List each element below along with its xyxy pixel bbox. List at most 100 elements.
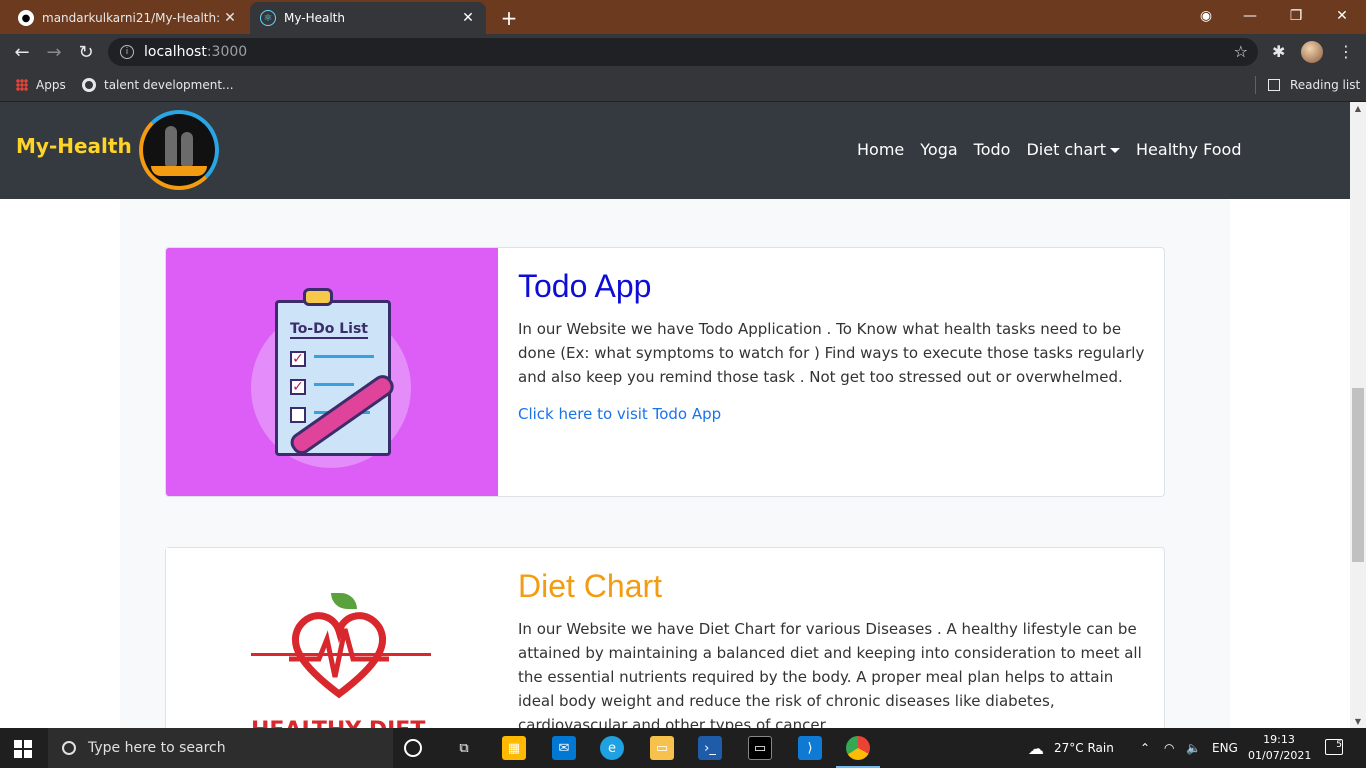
notification-count: 5 <box>1336 740 1342 750</box>
healthy-diet-illustration: HEALTHY DIET <box>251 593 431 728</box>
todo-list-illustration: To-Do List ✓ ✓ <box>241 288 421 468</box>
bookmarks-bar: Apps talent development... Reading list <box>0 70 1366 102</box>
list-line <box>314 355 374 358</box>
scroll-down-icon[interactable]: ▼ <box>1350 717 1366 726</box>
minimize-button[interactable]: — <box>1228 0 1272 32</box>
scroll-up-icon[interactable]: ▲ <box>1350 104 1366 113</box>
clip-icon <box>303 288 333 306</box>
diet-card-text: In our Website we have Diet Chart for va… <box>518 620 1142 728</box>
mail-icon[interactable]: ✉ <box>552 736 576 760</box>
close-tab-icon[interactable]: ✕ <box>460 10 476 26</box>
logo-figure <box>181 132 193 166</box>
chrome-icon[interactable] <box>836 736 880 768</box>
caret-down-icon <box>1110 148 1121 153</box>
globe-icon <box>82 78 96 92</box>
diet-card: HEALTHY DIET Diet Chart In our Website w… <box>165 547 1165 728</box>
reading-list-button[interactable]: Reading list <box>1268 78 1360 92</box>
profile-avatar[interactable] <box>1301 41 1323 63</box>
taskbar-clock[interactable]: 19:13 01/07/2021 <box>1248 732 1312 764</box>
windows-taskbar: Type here to search ⧉ ▦ ✉ e ▭ ›_ ▭ ⟩ ☁ 2… <box>0 728 1366 768</box>
todo-image-label: To-Do List <box>290 321 368 339</box>
github-icon: ● <box>18 10 34 26</box>
bookmark-label: Apps <box>36 78 66 92</box>
address-host: localhost <box>144 44 207 60</box>
clock-time: 19:13 <box>1263 733 1295 746</box>
info-icon[interactable]: i <box>120 45 134 59</box>
forward-icon[interactable]: → <box>42 40 66 64</box>
nav-todo[interactable]: Todo <box>974 140 1011 159</box>
volume-icon[interactable]: 🔈 <box>1186 728 1201 768</box>
task-view-icon[interactable]: ⧉ <box>452 736 476 760</box>
todo-card-text: In our Website we have Todo Application … <box>518 320 1145 386</box>
taskbar-search-placeholder: Type here to search <box>88 740 226 756</box>
nav-home[interactable]: Home <box>857 140 904 159</box>
clock-date: 01/07/2021 <box>1248 749 1312 762</box>
apps-grid-icon <box>16 79 28 91</box>
nav-yoga[interactable]: Yoga <box>920 140 957 159</box>
restore-button[interactable]: ❐ <box>1274 0 1318 32</box>
bookmark-label: talent development... <box>104 78 234 92</box>
taskbar-search[interactable]: Type here to search <box>48 728 393 768</box>
new-tab-button[interactable]: + <box>498 6 520 30</box>
language-indicator[interactable]: ENG <box>1212 728 1238 768</box>
logo-figure <box>165 126 177 166</box>
scrollbar-thumb[interactable] <box>1352 388 1364 562</box>
back-icon[interactable]: ← <box>10 40 34 64</box>
diet-card-body: Diet Chart In our Website we have Diet C… <box>518 568 1148 728</box>
diet-card-title: Diet Chart <box>518 568 663 604</box>
browser-tab-strip: ● mandarkulkarni21/My-Health: W ✕ ⚛ My-H… <box>0 0 1366 34</box>
bookmark-talent[interactable]: talent development... <box>82 78 234 92</box>
nav-diet-chart-label: Diet chart <box>1026 140 1107 159</box>
notification-center-icon[interactable]: 5 <box>1325 739 1343 755</box>
browser-toolbar: ← → ↻ i localhost:3000 ☆ ✱ ⋮ <box>0 34 1366 70</box>
tray-chevron-icon[interactable]: ⌃ <box>1140 728 1150 768</box>
todo-card: To-Do List ✓ ✓ Todo App In our Website w… <box>165 247 1165 497</box>
wifi-icon[interactable]: ◠ <box>1164 728 1174 768</box>
page-scrollbar[interactable]: ▲ ▼ <box>1350 102 1366 728</box>
bookmark-star-icon[interactable]: ☆ <box>1234 42 1248 61</box>
weather-text: 27°C Rain <box>1054 741 1114 755</box>
powershell-icon[interactable]: ›_ <box>698 736 722 760</box>
address-port: :3000 <box>206 44 248 60</box>
diet-image-label: HEALTHY DIET <box>251 718 451 728</box>
todo-image: To-Do List ✓ ✓ <box>166 248 498 496</box>
tab-search-icon[interactable]: ◉ <box>1184 0 1228 32</box>
bookmark-apps[interactable]: Apps <box>16 78 66 92</box>
site-navbar: My-Health Home Yoga Todo Diet chart Heal… <box>0 102 1350 199</box>
checkbox-icon <box>290 407 306 423</box>
todo-card-title: Todo App <box>518 268 652 304</box>
reading-list-icon <box>1268 79 1280 91</box>
store-icon[interactable]: ▦ <box>502 736 526 760</box>
nav-healthy-food[interactable]: Healthy Food <box>1136 140 1241 159</box>
tab-github[interactable]: ● mandarkulkarni21/My-Health: W ✕ <box>8 2 248 34</box>
tab-my-health[interactable]: ⚛ My-Health ✕ <box>250 2 486 34</box>
list-line <box>314 383 354 386</box>
cloud-rain-icon: ☁ <box>1028 738 1044 758</box>
site-brand[interactable]: My-Health <box>16 134 132 158</box>
menu-icon[interactable]: ⋮ <box>1338 42 1354 61</box>
react-icon: ⚛ <box>260 10 276 26</box>
terminal-icon[interactable]: ▭ <box>748 736 772 760</box>
nav-diet-chart-dropdown[interactable]: Diet chart <box>1026 140 1121 159</box>
page-viewport: My-Health Home Yoga Todo Diet chart Heal… <box>0 102 1350 728</box>
edge-icon[interactable]: e <box>600 736 624 760</box>
diet-image: HEALTHY DIET <box>166 548 498 728</box>
content-container: To-Do List ✓ ✓ Todo App In our Website w… <box>120 199 1230 728</box>
vscode-icon[interactable]: ⟩ <box>798 736 822 760</box>
address-bar[interactable]: i localhost:3000 ☆ <box>108 38 1258 66</box>
cortana-icon[interactable] <box>404 739 422 757</box>
checkbox-icon: ✓ <box>290 379 306 395</box>
ecg-line <box>251 653 431 656</box>
close-tab-icon[interactable]: ✕ <box>222 10 238 26</box>
todo-app-link[interactable]: Click here to visit Todo App <box>518 405 721 423</box>
reload-icon[interactable]: ↻ <box>74 40 98 64</box>
windows-start-icon[interactable] <box>14 740 32 758</box>
todo-card-body: Todo App In our Website we have Todo App… <box>518 268 1148 423</box>
logo-hand <box>151 166 207 176</box>
reading-list-label: Reading list <box>1290 78 1361 92</box>
leaf-icon <box>331 593 357 609</box>
extensions-icon[interactable]: ✱ <box>1272 42 1285 61</box>
close-window-button[interactable]: ✕ <box>1320 0 1364 32</box>
file-explorer-icon[interactable]: ▭ <box>650 736 674 760</box>
weather-widget[interactable]: ☁ 27°C Rain <box>1028 728 1114 768</box>
